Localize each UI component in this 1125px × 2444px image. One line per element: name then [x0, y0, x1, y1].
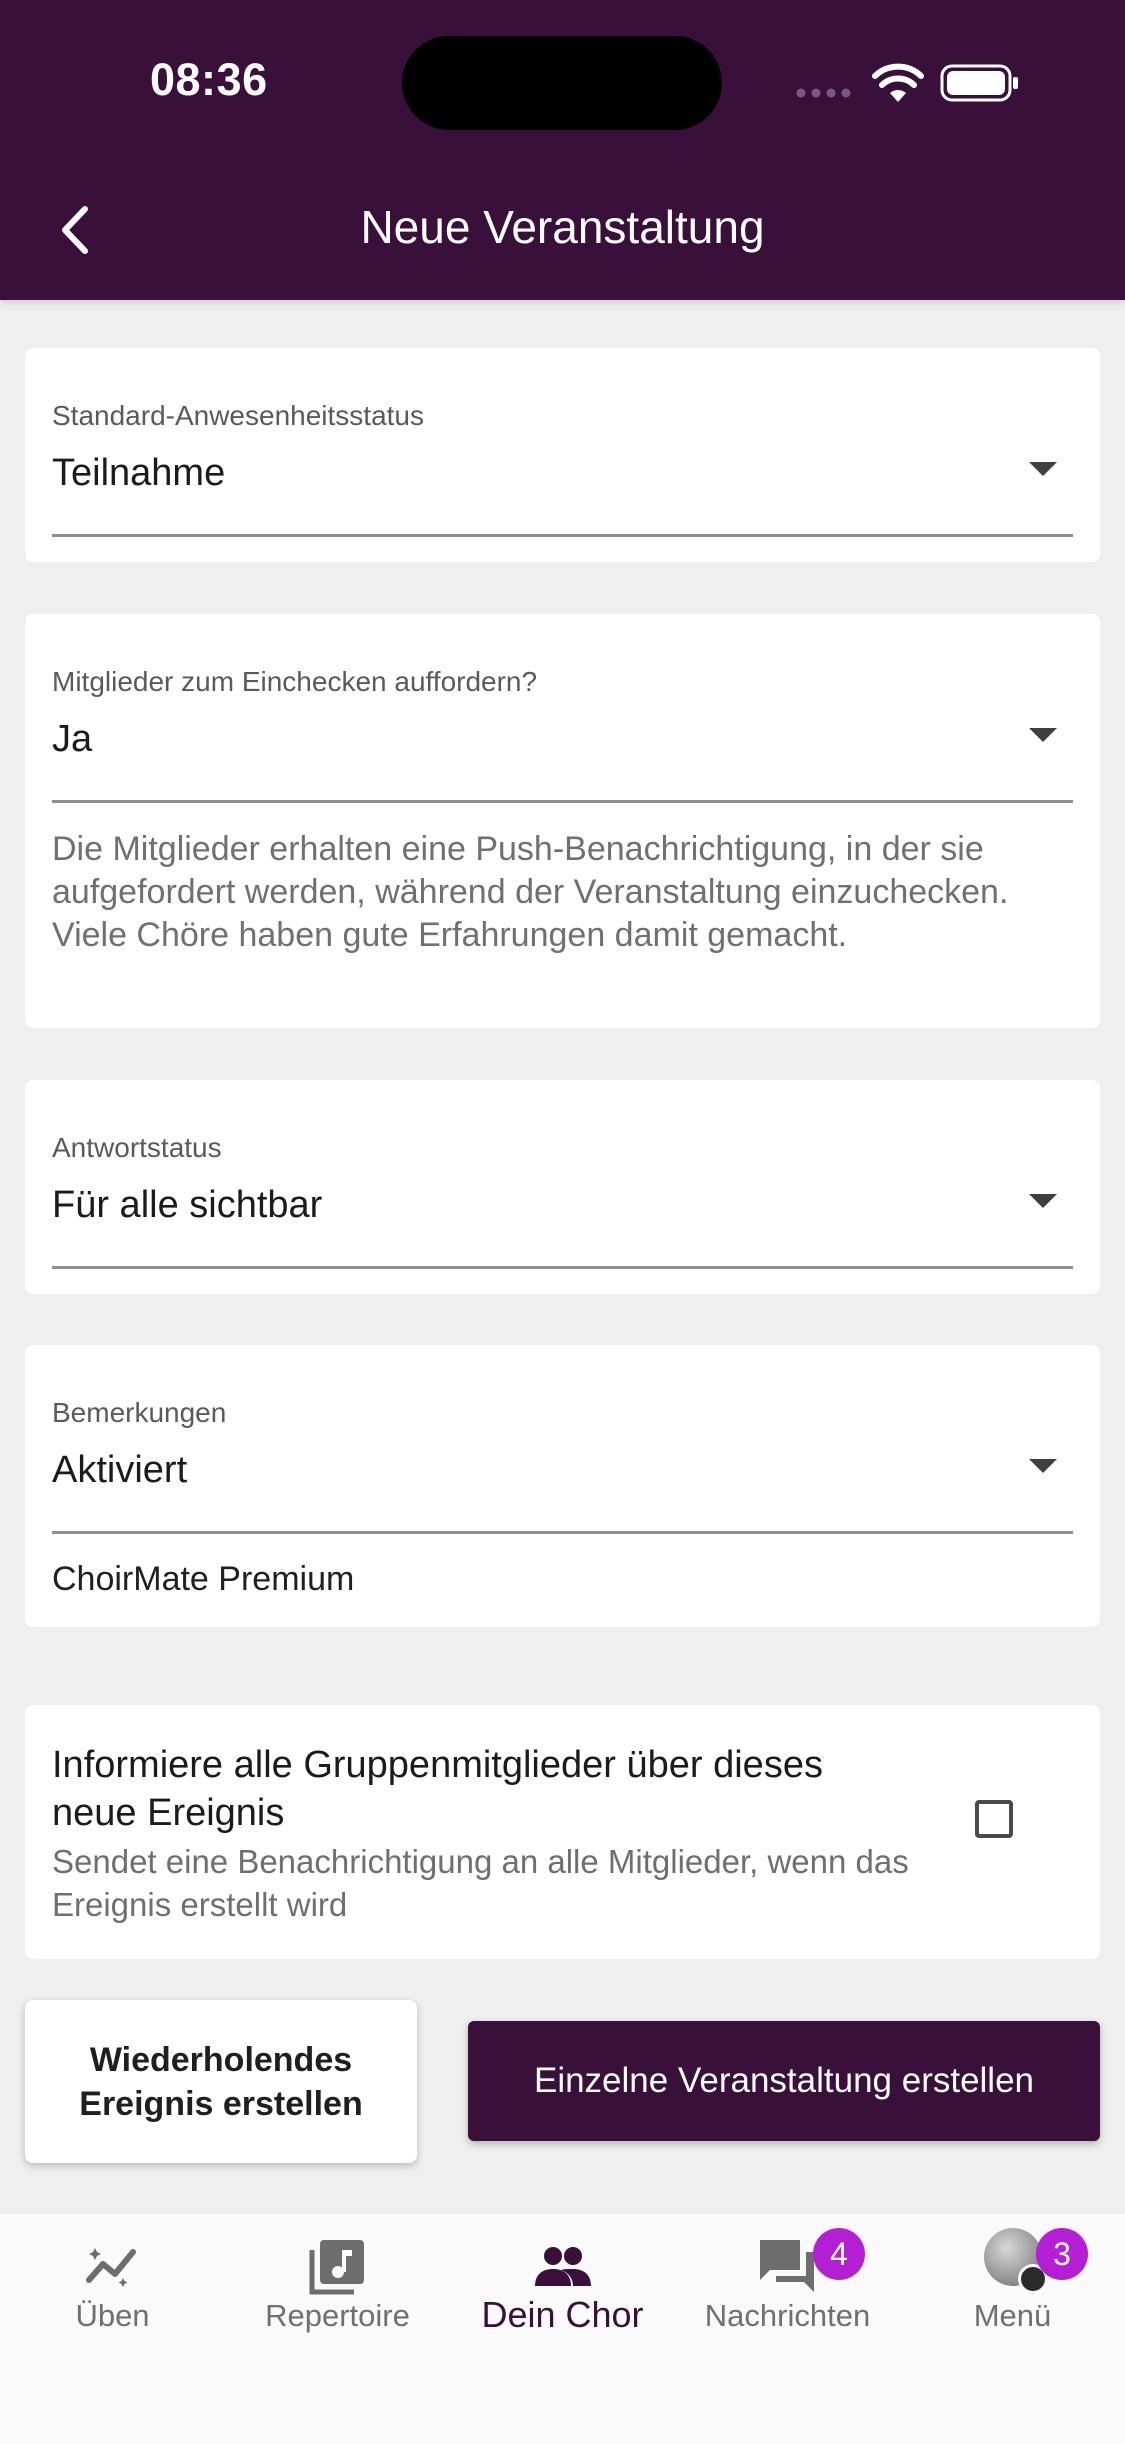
attendance-card: Standard-Anwesenheitsstatus Teilnahme: [25, 348, 1100, 562]
attendance-value: Teilnahme: [52, 452, 226, 494]
notify-subtitle: Sendet eine Benachrichtigung an alle Mit…: [52, 1843, 909, 1923]
attendance-label: Standard-Anwesenheitsstatus: [52, 400, 424, 431]
notify-title: Informiere alle Gruppenmitglieder über d…: [52, 1744, 823, 1834]
dropdown-arrow-icon: [1029, 728, 1057, 742]
menu-badge: 3: [1036, 2228, 1088, 2280]
dropdown-arrow-icon: [1029, 1459, 1057, 1473]
remarks-card: Bemerkungen Aktiviert ChoirMate Premium: [25, 1345, 1100, 1627]
nav-item-messages[interactable]: Nachrichten 4: [675, 2214, 900, 2354]
answer-status-card: Antwortstatus Für alle sichtbar: [25, 1080, 1100, 1294]
chat-icon: [759, 2240, 814, 2292]
create-recurring-event-button[interactable]: Wiederholendes Ereignis erstellen: [25, 2000, 417, 2163]
nav-label: Menü: [973, 2298, 1052, 2333]
checkin-card: Mitglieder zum Einchecken auffordern? Ja…: [25, 614, 1100, 1028]
practice-trend-icon: [85, 2248, 136, 2287]
bottom-nav: Üben Repertoire Dein Chor Nachrichten 4: [0, 2214, 1125, 2444]
nav-item-repertoire[interactable]: Repertoire: [225, 2214, 450, 2354]
nav-label: Nachrichten: [704, 2298, 871, 2333]
remarks-value: Aktiviert: [52, 1449, 188, 1491]
dropdown-arrow-icon: [1029, 1194, 1057, 1208]
battery-icon: [940, 64, 1018, 102]
checkin-value: Ja: [52, 718, 93, 760]
dynamic-island: [402, 36, 722, 130]
page-title: Neue Veranstaltung: [360, 201, 765, 253]
answer-status-dropdown[interactable]: Antwortstatus Für alle sichtbar: [52, 1080, 1073, 1270]
create-single-event-button[interactable]: Einzelne Veranstaltung erstellen: [468, 2021, 1100, 2141]
cellular-signal-icon: [796, 88, 851, 98]
field-underline: [52, 800, 1073, 803]
messages-badge: 4: [813, 2228, 865, 2280]
checkin-helper-text: Die Mitglieder erhalten eine Push-Benach…: [52, 830, 1009, 954]
checkin-dropdown[interactable]: Mitglieder zum Einchecken auffordern? Ja: [52, 614, 1073, 804]
remarks-dropdown[interactable]: Bemerkungen Aktiviert: [52, 1345, 1073, 1535]
attendance-dropdown[interactable]: Standard-Anwesenheitsstatus Teilnahme: [52, 348, 1073, 538]
nav-label: Dein Chor: [481, 2294, 644, 2335]
nav-item-your-choir[interactable]: Dein Chor: [450, 2214, 675, 2354]
nav-item-menu[interactable]: Menü 3: [900, 2214, 1125, 2354]
notify-checkbox[interactable]: [975, 1800, 1013, 1838]
field-underline: [52, 534, 1073, 537]
avatar: [983, 2228, 1048, 2294]
checkin-label: Mitglieder zum Einchecken auffordern?: [52, 666, 538, 697]
answer-status-value: Für alle sichtbar: [52, 1184, 323, 1226]
dropdown-arrow-icon: [1029, 462, 1057, 476]
group-icon: [534, 2247, 591, 2286]
remarks-label: Bemerkungen: [52, 1397, 227, 1428]
nav-label: Repertoire: [265, 2298, 410, 2333]
notify-card[interactable]: Informiere alle Gruppenmitglieder über d…: [25, 1705, 1100, 1959]
wifi-icon: [872, 63, 924, 102]
premium-note: ChoirMate Premium: [52, 1560, 355, 1598]
status-time: 08:36: [150, 54, 268, 105]
answer-status-label: Antwortstatus: [52, 1132, 222, 1163]
app-header: 08:36 Neue Veranstaltung: [0, 0, 1125, 300]
field-underline: [52, 1266, 1073, 1269]
field-underline: [52, 1531, 1073, 1534]
nav-item-practice[interactable]: Üben: [0, 2214, 225, 2354]
nav-label: Üben: [75, 2298, 150, 2333]
music-note-icon: [309, 2240, 364, 2295]
